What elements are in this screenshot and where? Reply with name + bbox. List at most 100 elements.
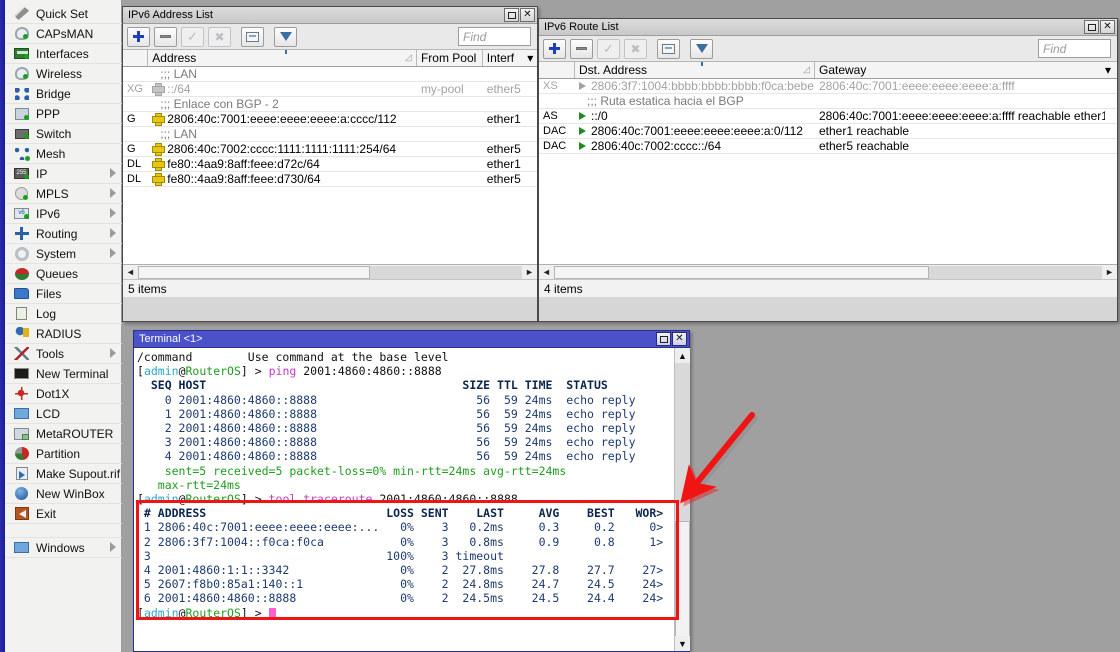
sidebar-item-tools[interactable]: Tools (5, 344, 122, 364)
sidebar-item-wireless[interactable]: Wireless (5, 64, 122, 84)
table-row[interactable]: DAC2806:40c:7002:cccc::/64ether5 reachab… (539, 139, 1117, 154)
disable-address-button[interactable]: ✖ (208, 27, 231, 47)
sidebar-item-dot1x[interactable]: Dot1X (5, 384, 122, 404)
route-column-menu-button[interactable]: ▾ (1101, 62, 1115, 78)
sidebar-item-switch[interactable]: Switch (5, 124, 122, 144)
table-row[interactable]: XS2806:3f7:1004:bbbb:bbbb:bbbb:f0ca:bebe… (539, 79, 1117, 94)
address-col-address[interactable]: Address ◿ (148, 50, 417, 66)
scroll-up-arrow-icon[interactable]: ▲ (675, 348, 690, 363)
route-hscroll-thumb[interactable] (554, 266, 929, 279)
terminal-scroll-thumb[interactable] (675, 521, 690, 643)
disable-route-button[interactable]: ✖ (624, 39, 647, 59)
exit-icon (13, 506, 30, 522)
route-col-gateway[interactable]: Gateway (815, 62, 1101, 78)
row-flags: DAC (539, 124, 575, 138)
address-column-menu-button[interactable]: ▾ (523, 50, 537, 66)
sidebar-item-new-terminal[interactable]: New Terminal (5, 364, 122, 384)
add-route-button[interactable] (543, 39, 566, 59)
route-window-close-button[interactable]: ✕ (1100, 20, 1115, 34)
address-window-titlebar[interactable]: IPv6 Address List ✕ (123, 7, 537, 24)
remove-address-button[interactable] (154, 27, 177, 47)
sidebar-item-ip[interactable]: 255IP (5, 164, 122, 184)
sidebar-item-interfaces[interactable]: Interfaces (5, 44, 122, 64)
table-row[interactable]: AS::/02806:40c:7001:eeee:eeee:eeee:a:fff… (539, 109, 1117, 124)
table-row[interactable]: G2806:40c:7002:cccc:1111:1111:1111:254/6… (123, 142, 537, 157)
sidebar-item-quick-set[interactable]: Quick Set (5, 4, 122, 24)
comment-address-button[interactable] (241, 27, 264, 47)
scroll-right-arrow-icon[interactable]: ► (522, 266, 537, 279)
sidebar-item-capsman[interactable]: CAPsMAN (5, 24, 122, 44)
scroll-left-arrow-icon[interactable]: ◄ (123, 266, 138, 279)
sidebar-item-mpls[interactable]: MPLS (5, 184, 122, 204)
sidebar-item-log[interactable]: Log (5, 304, 122, 324)
table-row[interactable]: ;;; LAN (123, 127, 537, 142)
terminal-line: 2 2806:3f7:1004::f0ca:f0ca 0% 3 0.8ms 0.… (137, 535, 674, 549)
terminal-maximize-button[interactable] (656, 332, 671, 346)
submenu-arrow-icon (110, 542, 116, 552)
address-window-maximize-button[interactable] (504, 8, 519, 22)
address-hscroll-thumb[interactable] (138, 266, 370, 279)
route-horizontal-scrollbar[interactable]: ◄ ► (539, 264, 1117, 279)
table-row[interactable]: ;;; Enlace con BGP - 2 (123, 97, 537, 112)
terminal-output[interactable]: /command Use command at the base level[a… (134, 348, 674, 651)
address-col-interface[interactable]: Interf (483, 50, 524, 66)
windows-icon (13, 540, 30, 556)
sidebar-item-system[interactable]: System (5, 244, 122, 264)
route-col-dst-address[interactable]: Dst. Address ◿ (575, 62, 815, 78)
sidebar-item-windows[interactable]: Windows (5, 538, 122, 558)
ipv6-address-list-window[interactable]: IPv6 Address List ✕ ✓ ✖ Find Address ◿ F… (122, 6, 538, 322)
table-row[interactable]: DLfe80::4aa9:8aff:feee:d730/64ether5 (123, 172, 537, 187)
sidebar-item-radius[interactable]: RADIUS (5, 324, 122, 344)
table-row[interactable]: G2806:40c:7001:eeee:eeee:eeee:a:cccc/112… (123, 112, 537, 127)
sidebar-item-partition[interactable]: Partition (5, 444, 122, 464)
table-row[interactable]: DAC2806:40c:7001:eeee:eeee:eeee:a:0/112e… (539, 124, 1117, 139)
address-pin-icon (152, 143, 163, 154)
sidebar-item-new-winbox[interactable]: New WinBox (5, 484, 122, 504)
enable-route-button[interactable]: ✓ (597, 39, 620, 59)
sidebar-item-queues[interactable]: Queues (5, 264, 122, 284)
ipv6-route-list-window[interactable]: IPv6 Route List ✕ ✓ ✖ Find Dst. Address … (538, 18, 1118, 322)
address-find-input[interactable]: Find (458, 27, 531, 46)
address-horizontal-scrollbar[interactable]: ◄ ► (123, 264, 537, 279)
address-hscroll-track[interactable] (138, 266, 522, 279)
comment-route-button[interactable] (657, 39, 680, 59)
terminal-close-button[interactable]: ✕ (672, 332, 687, 346)
sidebar-item-ppp[interactable]: PPP (5, 104, 122, 124)
terminal-vertical-scrollbar[interactable]: ▲ ▼ (674, 348, 689, 651)
terminal-titlebar[interactable]: Terminal <1> ✕ (134, 331, 689, 348)
sidebar-item-make-supout-rif[interactable]: Make Supout.rif (5, 464, 122, 484)
filter-address-button[interactable] (274, 27, 297, 47)
remove-route-button[interactable] (570, 39, 593, 59)
route-hscroll-track[interactable] (554, 266, 1102, 279)
scroll-down-arrow-icon[interactable]: ▼ (675, 636, 690, 651)
address-window-close-button[interactable]: ✕ (520, 8, 535, 22)
winbox-sidebar-menu: Quick SetCAPsMANInterfacesWirelessBridge… (0, 0, 122, 652)
address-col-frompool[interactable]: From Pool (417, 50, 483, 66)
scroll-right-arrow-icon[interactable]: ► (1102, 266, 1117, 279)
scroll-left-arrow-icon[interactable]: ◄ (539, 266, 554, 279)
route-window-maximize-button[interactable] (1084, 20, 1099, 34)
route-window-titlebar[interactable]: IPv6 Route List ✕ (539, 19, 1117, 36)
sidebar-item-lcd[interactable]: LCD (5, 404, 122, 424)
row-from-pool (417, 97, 483, 111)
route-find-input[interactable]: Find (1038, 39, 1111, 58)
add-address-button[interactable] (127, 27, 150, 47)
address-col-flags[interactable] (123, 50, 148, 66)
table-row[interactable]: ;;; Ruta estatica hacia el BGP (539, 94, 1117, 109)
enable-address-button[interactable]: ✓ (181, 27, 204, 47)
route-col-flags[interactable] (539, 62, 575, 78)
terminal-scroll-track[interactable] (675, 363, 690, 636)
table-row[interactable]: ;;; LAN (123, 67, 537, 82)
sidebar-item-bridge[interactable]: Bridge (5, 84, 122, 104)
sidebar-item-exit[interactable]: Exit (5, 504, 122, 524)
filter-route-button[interactable] (690, 39, 713, 59)
sidebar-item-metarouter[interactable]: MetaROUTER (5, 424, 122, 444)
sidebar-item-ipv6[interactable]: v6IPv6 (5, 204, 122, 224)
sidebar-item-files[interactable]: Files (5, 284, 122, 304)
address-col-frompool-label: From Pool (421, 51, 476, 65)
table-row[interactable]: DLfe80::4aa9:8aff:feee:d72c/64ether1 (123, 157, 537, 172)
sidebar-item-routing[interactable]: Routing (5, 224, 122, 244)
sidebar-item-mesh[interactable]: Mesh (5, 144, 122, 164)
terminal-window[interactable]: Terminal <1> ✕ /command Use command at t… (133, 330, 690, 652)
table-row[interactable]: XG::/64my-poolether5 (123, 82, 537, 97)
